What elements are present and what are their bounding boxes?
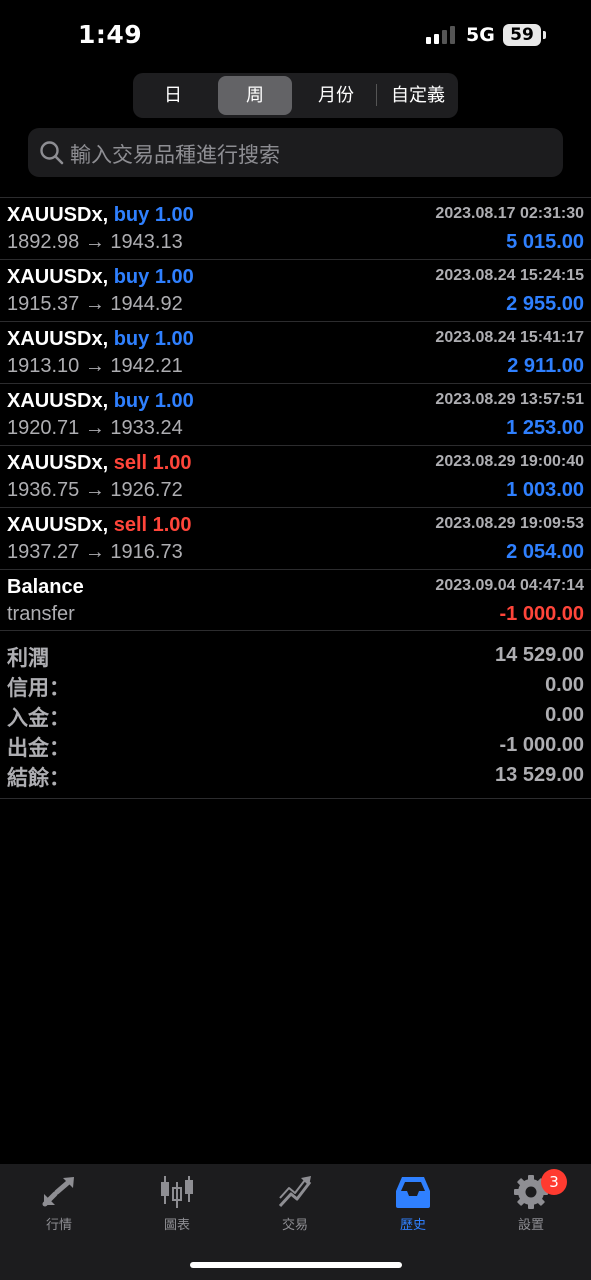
summary-deposit: 入金： 0.00 xyxy=(0,702,591,732)
candlestick-chart-icon xyxy=(161,1176,193,1208)
deal-row[interactable]: XAUUSDx, sell 1.00 2023.08.29 19:00:40 1… xyxy=(0,445,591,507)
deal-symbol: XAUUSDx, xyxy=(7,266,109,288)
summary-value: 0.00 xyxy=(545,674,584,696)
deal-symbol: XAUUSDx, xyxy=(7,390,109,412)
summary-credit: 信用： 0.00 xyxy=(0,672,591,702)
deal-symbol: XAUUSDx, xyxy=(7,452,109,474)
summary-balance: 結餘： 13 529.00 xyxy=(0,762,591,792)
tab-label: 設置 xyxy=(517,1218,544,1233)
tab-week[interactable]: 周 xyxy=(218,76,292,115)
tab-settings[interactable]: 設置 xyxy=(472,1164,590,1244)
deal-prices: 1936.75 → 1926.72 xyxy=(7,479,183,501)
deal-prices: 1937.27 → 1916.73 xyxy=(7,541,183,563)
summary-panel: 利潤 14 529.00 信用： 0.00 入金： 0.00 出金： -1 00… xyxy=(0,640,591,799)
cellular-signal-icon xyxy=(426,26,456,44)
deal-side: sell 1.00 xyxy=(113,452,192,474)
summary-value: -1 000.00 xyxy=(499,734,584,756)
deal-profit: 1 253.00 xyxy=(506,417,584,439)
tab-quotes[interactable]: 行情 xyxy=(0,1164,118,1244)
settings-notification-badge: 3 xyxy=(541,1169,567,1195)
deal-row[interactable]: XAUUSDx, sell 1.00 2023.08.29 19:09:53 1… xyxy=(0,507,591,569)
segment-divider xyxy=(376,84,377,106)
summary-value: 14 529.00 xyxy=(495,644,584,666)
history-list: XAUUSDx, buy 1.00 2023.08.17 02:31:30 18… xyxy=(0,197,591,631)
deal-side: buy 1.00 xyxy=(113,204,194,226)
deal-side: sell 1.00 xyxy=(113,514,192,536)
deal-datetime: 2023.08.29 13:57:51 xyxy=(435,391,584,408)
summary-withdrawal: 出金： -1 000.00 xyxy=(0,732,591,762)
deal-profit: 1 003.00 xyxy=(506,479,584,501)
deal-datetime: 2023.08.29 19:09:53 xyxy=(435,515,584,532)
deal-row[interactable]: XAUUSDx, buy 1.00 2023.08.24 15:41:17 19… xyxy=(0,321,591,383)
deal-profit: 2 955.00 xyxy=(506,293,584,315)
tab-label: 圖表 xyxy=(163,1218,190,1233)
deal-row[interactable]: XAUUSDx, buy 1.00 2023.08.29 13:57:51 19… xyxy=(0,383,591,445)
deal-side: buy 1.00 xyxy=(113,390,194,412)
tab-history[interactable]: 歷史 xyxy=(354,1164,472,1244)
deal-prices: 1913.10 → 1942.21 xyxy=(7,355,183,377)
balance-datetime: 2023.09.04 04:47:14 xyxy=(435,577,584,594)
tab-label: 交易 xyxy=(281,1218,308,1233)
tab-charts[interactable]: 圖表 xyxy=(118,1164,236,1244)
deal-profit: 2 054.00 xyxy=(506,541,584,563)
deal-datetime: 2023.08.29 19:00:40 xyxy=(435,453,584,470)
summary-value: 0.00 xyxy=(545,704,584,726)
balance-comment: transfer xyxy=(7,603,75,625)
deal-prices: 1920.71 → 1933.24 xyxy=(7,417,183,439)
tab-label: 歷史 xyxy=(399,1218,426,1233)
trade-trend-icon xyxy=(278,1176,312,1208)
tab-label: 行情 xyxy=(45,1218,72,1233)
period-segmented-control: 日 周 月份 自定義 xyxy=(133,73,458,118)
search-input[interactable]: 輸入交易品種進行搜索 xyxy=(28,128,563,177)
summary-label: 信用： xyxy=(7,676,70,700)
deal-symbol: XAUUSDx, xyxy=(7,328,109,350)
search-icon xyxy=(40,141,64,165)
tab-month[interactable]: 月份 xyxy=(299,76,373,115)
summary-label: 利潤 xyxy=(7,646,49,670)
summary-profit: 利潤 14 529.00 xyxy=(0,642,591,672)
deal-profit: 5 015.00 xyxy=(506,231,584,253)
deal-datetime: 2023.08.24 15:41:17 xyxy=(435,329,584,346)
home-indicator[interactable] xyxy=(190,1262,402,1268)
deal-symbol: XAUUSDx, xyxy=(7,204,109,226)
history-inbox-icon xyxy=(396,1177,430,1208)
deal-row[interactable]: XAUUSDx, buy 1.00 2023.08.17 02:31:30 18… xyxy=(0,197,591,259)
summary-value: 13 529.00 xyxy=(495,764,584,786)
status-time: 1:49 xyxy=(78,20,143,49)
balance-row[interactable]: Balance 2023.09.04 04:47:14 transfer -1 … xyxy=(0,569,591,631)
deal-datetime: 2023.08.17 02:31:30 xyxy=(435,205,584,222)
deal-prices: 1915.37 → 1944.92 xyxy=(7,293,183,315)
deal-prices: 1892.98 → 1943.13 xyxy=(7,231,183,253)
search-placeholder: 輸入交易品種進行搜索 xyxy=(70,143,280,167)
deal-datetime: 2023.08.24 15:24:15 xyxy=(435,267,584,284)
tab-custom[interactable]: 自定義 xyxy=(381,76,455,115)
balance-amount: -1 000.00 xyxy=(499,603,584,625)
summary-label: 入金： xyxy=(7,706,70,730)
quotes-arrows-icon xyxy=(42,1177,74,1207)
balance-title: Balance xyxy=(7,576,84,598)
tab-trade[interactable]: 交易 xyxy=(236,1164,354,1244)
deal-symbol: XAUUSDx, xyxy=(7,514,109,536)
network-type: 5G xyxy=(466,24,495,46)
status-bar: 1:49 5G 59 xyxy=(0,0,591,70)
tab-day[interactable]: 日 xyxy=(139,76,207,115)
deal-row[interactable]: XAUUSDx, buy 1.00 2023.08.24 15:24:15 19… xyxy=(0,259,591,321)
battery-icon: 59 xyxy=(503,24,546,46)
deal-side: buy 1.00 xyxy=(113,328,194,350)
deal-side: buy 1.00 xyxy=(113,266,194,288)
summary-label: 出金： xyxy=(7,736,70,760)
summary-label: 結餘： xyxy=(7,766,70,790)
deal-profit: 2 911.00 xyxy=(507,355,584,377)
